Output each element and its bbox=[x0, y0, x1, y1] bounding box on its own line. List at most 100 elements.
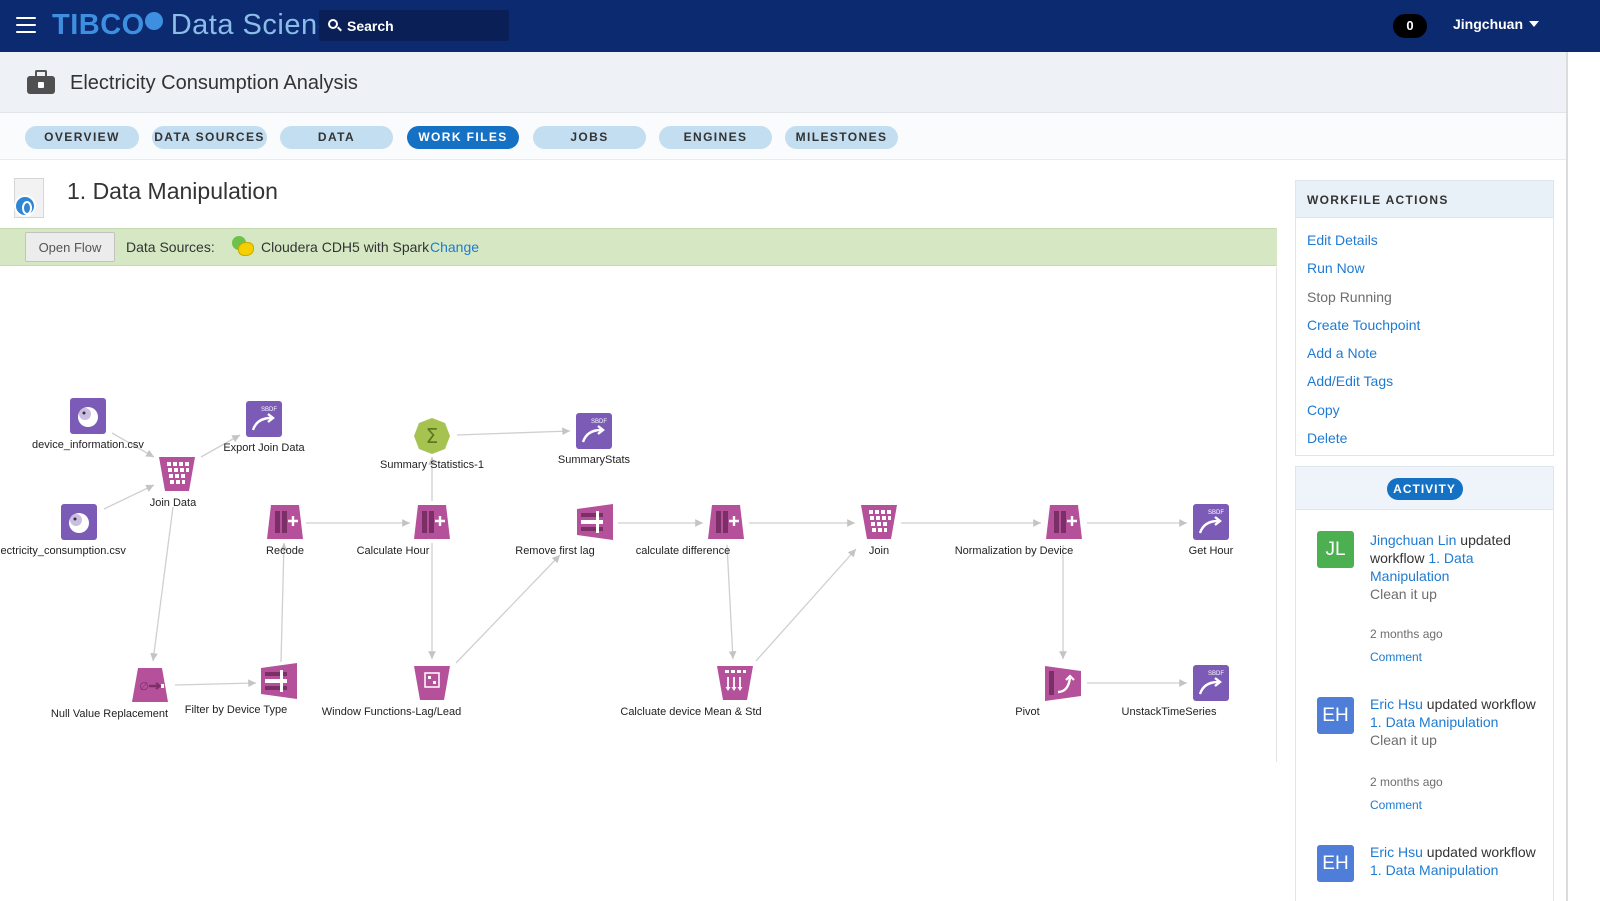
node-label: device_information.csv bbox=[32, 439, 144, 451]
data-source-name: Cloudera CDH5 with Spark bbox=[261, 239, 430, 255]
workfile-title: 1. Data Manipulation bbox=[67, 178, 278, 204]
tab-milestones[interactable]: MILESTONES bbox=[785, 126, 898, 149]
activity-time: 2 months ago bbox=[1370, 775, 1443, 789]
tab-work-files[interactable]: WORK FILES bbox=[407, 126, 519, 149]
flow-node-device-information[interactable]: device_information.csv bbox=[18, 397, 158, 451]
activity-header: ACTIVITY bbox=[1296, 467, 1553, 510]
pivot-icon bbox=[1044, 664, 1082, 702]
row-filter-icon bbox=[576, 503, 614, 541]
hadoop-elephant-icon bbox=[69, 397, 107, 435]
workflow-canvas[interactable]: device_information.csv SBDF Export Join … bbox=[0, 267, 1277, 762]
avatar[interactable]: JL bbox=[1317, 531, 1354, 568]
tab-jobs[interactable]: JOBS bbox=[533, 126, 646, 149]
menu-icon[interactable] bbox=[16, 17, 36, 33]
user-menu[interactable]: Jingchuan bbox=[1453, 16, 1540, 32]
sbdf-export-icon: SBDF bbox=[575, 412, 613, 450]
data-source-bar: Open Flow Data Sources: Cloudera CDH5 wi… bbox=[0, 228, 1277, 266]
action-stop-running: Stop Running bbox=[1307, 288, 1392, 305]
flow-node-join-data[interactable]: Join Data bbox=[107, 455, 247, 509]
action-run-now[interactable]: Run Now bbox=[1307, 254, 1553, 282]
brand-name: TIBCO bbox=[52, 8, 145, 41]
activity-text: Eric Hsu updated workflow 1. Data Manipu… bbox=[1370, 843, 1545, 879]
hadoop-elephant-icon bbox=[60, 503, 98, 541]
flow-node-calculate-device-mean-std[interactable]: Calcluate device Mean & Std bbox=[620, 664, 805, 718]
flow-node-summarystats[interactable]: SBDF SummaryStats bbox=[524, 412, 664, 466]
flow-node-normalization-by-device[interactable]: Normalization by Device bbox=[955, 503, 1134, 557]
flow-node-export-join-data[interactable]: SBDF Export Join Data bbox=[194, 400, 334, 454]
product-logo[interactable]: TIBCO Data Science bbox=[52, 8, 349, 42]
notification-count-badge[interactable]: 0 bbox=[1393, 14, 1427, 38]
logo-ball-icon bbox=[144, 12, 163, 30]
open-flow-button[interactable]: Open Flow bbox=[25, 232, 115, 262]
edge bbox=[150, 506, 174, 662]
node-label: SummaryStats bbox=[557, 454, 631, 466]
sbdf-tag: SBDF bbox=[1208, 671, 1224, 677]
activity-verb: updated workflow bbox=[1426, 844, 1536, 860]
activity-target-link[interactable]: 1. Data Manipulation bbox=[1370, 714, 1498, 730]
node-label: Window Functions-Lag/Lead bbox=[321, 706, 462, 718]
action-delete[interactable]: Delete bbox=[1307, 424, 1553, 452]
briefcase-lock-icon bbox=[27, 70, 55, 94]
workfile-actions-list: Edit Details Run Now Stop Running Create… bbox=[1296, 218, 1553, 452]
sigma-icon: Σ bbox=[413, 417, 451, 455]
activity-tab[interactable]: ACTIVITY bbox=[1386, 478, 1463, 500]
flow-node-electricity-consumption[interactable]: lectricity_consumption.csv bbox=[0, 503, 149, 557]
svg-text:Σ: Σ bbox=[426, 424, 439, 448]
workfile-actions-panel: WORKFILE ACTIONS Edit Details Run Now St… bbox=[1295, 180, 1554, 456]
project-tabs: OVERVIEW DATA SOURCES DATA WORK FILES JO… bbox=[0, 113, 1566, 160]
node-label: Normalization by Device bbox=[954, 545, 1074, 557]
comment-link[interactable]: Comment bbox=[1370, 798, 1422, 812]
chevron-down-icon bbox=[1529, 21, 1540, 27]
flow-node-unstack-time-series[interactable]: SBDF UnstackTimeSeries bbox=[1122, 664, 1281, 718]
data-sources-label: Data Sources: bbox=[126, 239, 215, 255]
page-scrollbar[interactable] bbox=[1566, 52, 1568, 901]
activity-user-link[interactable]: Eric Hsu bbox=[1370, 844, 1423, 860]
action-add-note[interactable]: Add a Note bbox=[1307, 339, 1553, 367]
sbdf-export-icon: SBDF bbox=[1192, 664, 1230, 702]
activity-note: Clean it up bbox=[1370, 586, 1437, 602]
flow-node-get-hour[interactable]: SBDF Get Hour bbox=[1141, 503, 1281, 557]
action-copy[interactable]: Copy bbox=[1307, 396, 1553, 424]
action-edit-details[interactable]: Edit Details bbox=[1307, 226, 1553, 254]
node-label: Calcluate device Mean & Std bbox=[620, 706, 762, 718]
flow-node-summary-statistics[interactable]: Σ Summary Statistics-1 bbox=[362, 417, 502, 471]
edge bbox=[279, 542, 288, 663]
tab-data[interactable]: DATA bbox=[280, 126, 393, 149]
user-name: Jingchuan bbox=[1453, 16, 1524, 32]
activity-user-link[interactable]: Eric Hsu bbox=[1370, 696, 1423, 712]
project-header: Electricity Consumption Analysis bbox=[0, 52, 1566, 113]
flow-node-window-functions[interactable]: Window Functions-Lag/Lead bbox=[322, 664, 502, 718]
action-create-touchpoint[interactable]: Create Touchpoint bbox=[1307, 311, 1553, 339]
change-data-source-link[interactable]: Change bbox=[430, 239, 479, 255]
tab-engines[interactable]: ENGINES bbox=[659, 126, 772, 149]
null-replace-icon: ∅ bbox=[131, 666, 169, 704]
search-input[interactable] bbox=[347, 17, 497, 34]
node-label: UnstackTimeSeries bbox=[1121, 706, 1217, 718]
activity-time: 2 months ago bbox=[1370, 627, 1443, 641]
column-add-icon bbox=[707, 503, 745, 541]
edge bbox=[455, 554, 561, 664]
action-add-edit-tags[interactable]: Add/Edit Tags bbox=[1307, 367, 1553, 395]
column-add-icon bbox=[1045, 503, 1083, 541]
search-box[interactable] bbox=[319, 10, 509, 41]
edge bbox=[755, 548, 857, 662]
activity-note: Clean it up bbox=[1370, 732, 1437, 748]
search-icon bbox=[328, 19, 342, 32]
avatar[interactable]: EH bbox=[1317, 697, 1354, 734]
sbdf-tag: SBDF bbox=[591, 419, 607, 425]
flow-node-calculate-difference[interactable]: calculate difference bbox=[636, 503, 796, 557]
activity-user-link[interactable]: Jingchuan Lin bbox=[1370, 532, 1456, 548]
comment-link[interactable]: Comment bbox=[1370, 650, 1422, 664]
node-label: calculate difference bbox=[635, 545, 731, 557]
window-function-icon bbox=[413, 664, 451, 702]
avatar[interactable]: EH bbox=[1317, 845, 1354, 882]
activity-text: Eric Hsu updated workflow 1. Data Manipu… bbox=[1370, 695, 1545, 749]
sbdf-export-icon: SBDF bbox=[1192, 503, 1230, 541]
activity-verb: updated workflow bbox=[1426, 696, 1536, 712]
tab-data-sources[interactable]: DATA SOURCES bbox=[152, 126, 267, 149]
tab-overview[interactable]: OVERVIEW bbox=[25, 126, 139, 149]
sbdf-tag: SBDF bbox=[261, 407, 277, 413]
activity-panel: ACTIVITY JL Jingchuan Lin updated workfl… bbox=[1295, 466, 1554, 901]
join-grid-icon bbox=[860, 503, 898, 541]
activity-target-link[interactable]: 1. Data Manipulation bbox=[1370, 862, 1498, 878]
